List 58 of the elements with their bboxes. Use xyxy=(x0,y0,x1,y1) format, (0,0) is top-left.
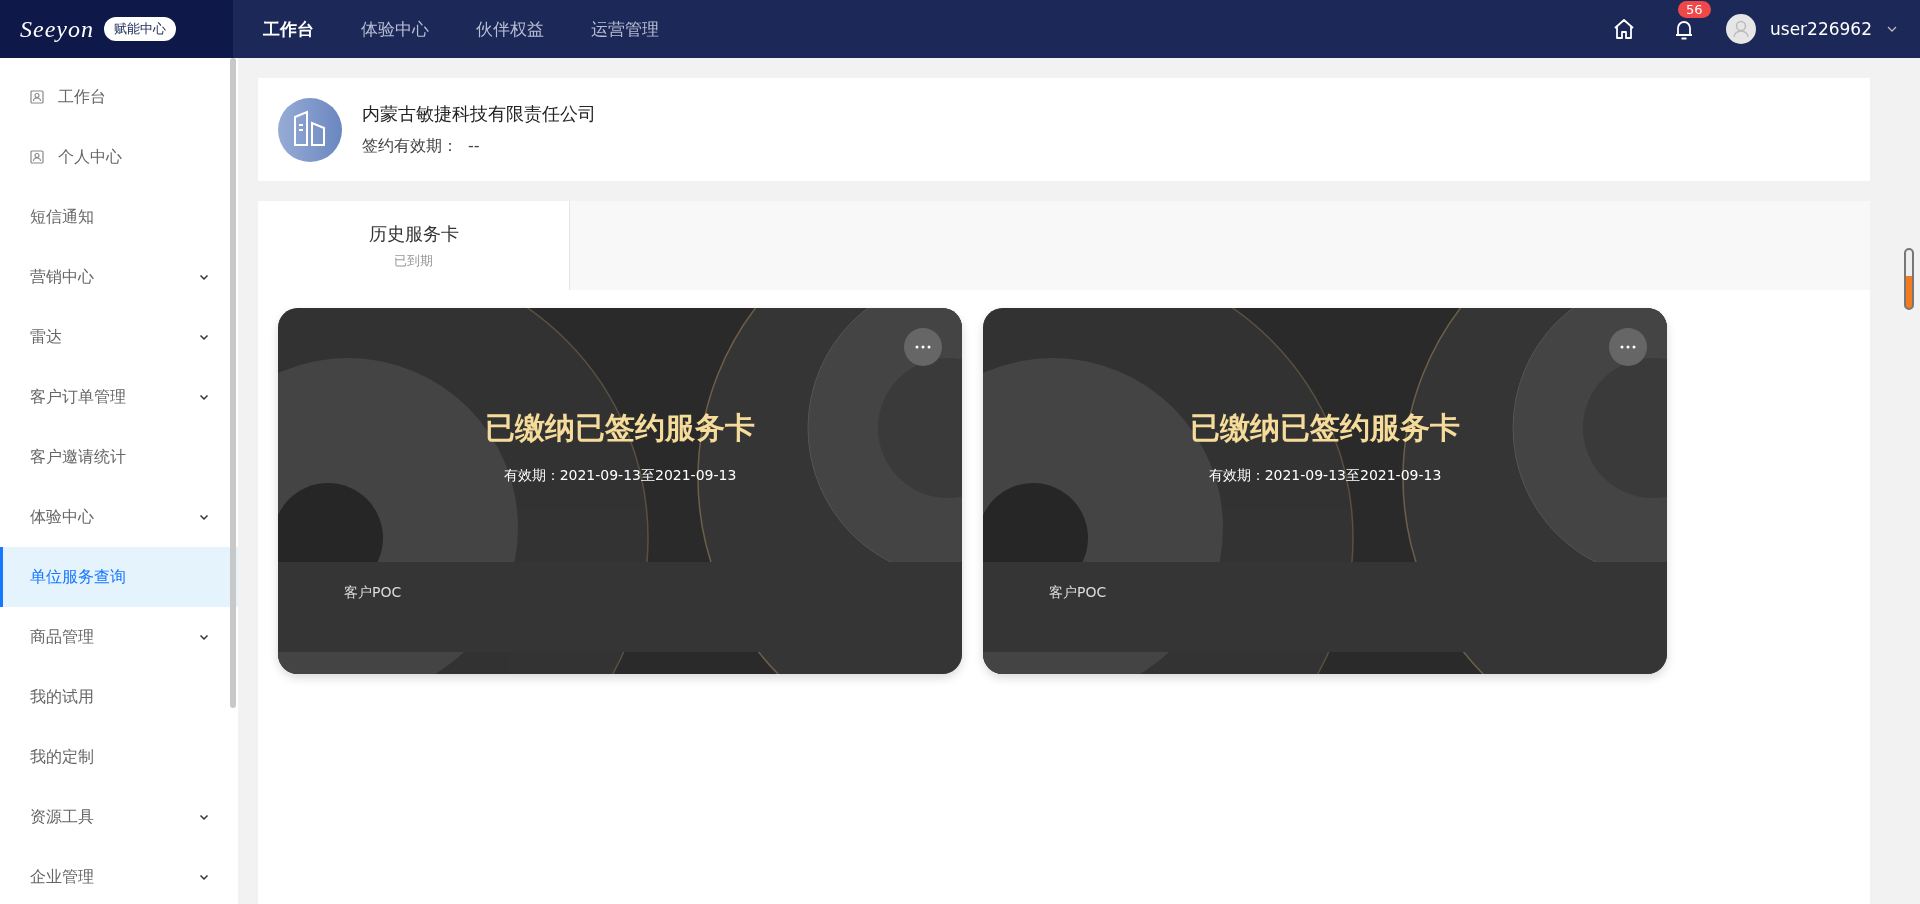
username[interactable]: user226962 xyxy=(1770,19,1872,39)
sidebar-label: 工作台 xyxy=(58,86,107,108)
sidebar-item[interactable]: 雷达 xyxy=(0,307,238,367)
sidebar-item[interactable]: 短信通知 xyxy=(0,187,238,247)
sidebar-label: 体验中心 xyxy=(30,506,95,528)
tab-subtitle: 已到期 xyxy=(394,251,433,270)
sidebar-label: 资源工具 xyxy=(30,806,95,828)
company-name: 内蒙古敏捷科技有限责任公司 xyxy=(362,102,596,126)
sidebar-item[interactable]: 营销中心 xyxy=(0,247,238,307)
sidebar-item[interactable]: 个人中心 xyxy=(0,127,238,187)
card-tag: 客户POC xyxy=(1049,584,1107,602)
home-icon[interactable] xyxy=(1612,17,1636,41)
tab-title: 历史服务卡 xyxy=(368,221,459,246)
card-tag: 客户POC xyxy=(344,584,402,602)
sidebar-item[interactable]: 我的定制 xyxy=(0,727,238,787)
sidebar-label: 短信通知 xyxy=(30,206,95,228)
logo[interactable]: Seeyon xyxy=(20,15,94,43)
sidebar-item[interactable]: 商品管理 xyxy=(0,607,238,667)
nav-tab[interactable]: 伙伴权益 xyxy=(476,17,544,41)
sidebar-label: 我的试用 xyxy=(30,686,95,708)
ellipsis-icon xyxy=(1620,345,1636,349)
sidebar-item[interactable]: 我的试用 xyxy=(0,667,238,727)
sidebar-label: 客户邀请统计 xyxy=(30,446,127,468)
sidebar-item[interactable]: 资源工具 xyxy=(0,787,238,847)
sidebar-item[interactable]: 客户邀请统计 xyxy=(0,427,238,487)
sidebar-item[interactable]: 体验中心 xyxy=(0,487,238,547)
card-title: 已缴纳已签约服务卡 xyxy=(1190,409,1460,447)
contact-card-icon xyxy=(30,90,44,104)
nav-tab[interactable]: 工作台 xyxy=(263,17,314,41)
sidebar-label: 企业管理 xyxy=(30,866,95,888)
building-icon xyxy=(278,97,342,162)
tab[interactable]: 历史服务卡 已到期 xyxy=(258,201,570,290)
scrollbar[interactable] xyxy=(230,58,236,708)
sidebar-item[interactable]: 工作台 xyxy=(0,67,238,127)
sidebar-label: 单位服务查询 xyxy=(30,566,127,588)
nav-tab[interactable]: 运营管理 xyxy=(591,17,659,41)
sidebar-label: 雷达 xyxy=(30,326,63,348)
service-card[interactable]: 已缴纳已签约服务卡 有效期：2021-09-13至2021-09-13 客户POC xyxy=(278,308,962,674)
service-card[interactable]: 已缴纳已签约服务卡 有效期：2021-09-13至2021-09-13 客户POC xyxy=(983,308,1667,674)
avatar-icon[interactable] xyxy=(1726,14,1756,44)
sidebar-label: 个人中心 xyxy=(58,146,123,168)
sidebar-label: 客户订单管理 xyxy=(30,386,127,408)
card-validity: 有效期：2021-09-13至2021-09-13 xyxy=(503,467,737,485)
card-validity: 有效期：2021-09-13至2021-09-13 xyxy=(1208,467,1442,485)
sidebar-label: 营销中心 xyxy=(30,266,95,288)
validity-value: -- xyxy=(468,136,480,157)
nav-tab[interactable]: 体验中心 xyxy=(361,17,429,41)
logo-tag: 赋能中心 xyxy=(103,17,176,41)
card-title: 已缴纳已签约服务卡 xyxy=(485,409,755,447)
validity-label: 签约有效期： xyxy=(362,136,458,157)
notification-badge: 56 xyxy=(1678,1,1711,18)
sidebar-item[interactable]: 单位服务查询 xyxy=(0,547,238,607)
sidebar-item[interactable]: 客户订单管理 xyxy=(0,367,238,427)
sidebar-label: 商品管理 xyxy=(30,626,95,648)
ellipsis-icon xyxy=(915,345,931,349)
sidebar-label: 我的定制 xyxy=(30,746,95,768)
contact-card-icon xyxy=(30,150,44,164)
sidebar-item[interactable]: 企业管理 xyxy=(0,847,238,904)
